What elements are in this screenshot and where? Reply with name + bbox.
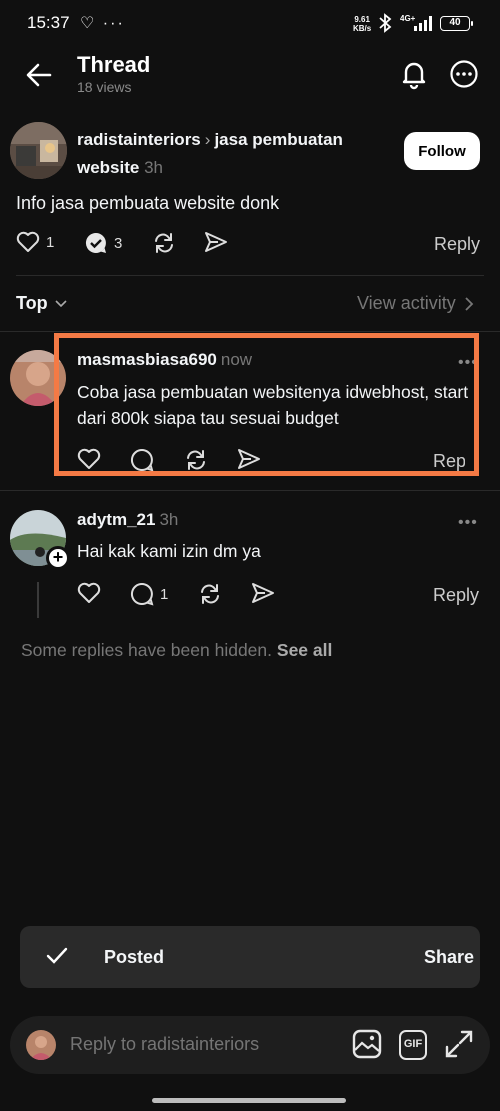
toast-message: Posted xyxy=(104,947,165,967)
share-send-icon[interactable] xyxy=(251,582,275,604)
toast-share-button[interactable]: Share xyxy=(424,947,474,968)
more-options-icon[interactable]: ••• xyxy=(458,354,478,372)
reply-time: 3h xyxy=(159,510,179,529)
avatar-image xyxy=(10,350,66,406)
avatar xyxy=(26,1030,56,1060)
share-send-icon[interactable] xyxy=(204,231,228,253)
sort-bar: Top View activity xyxy=(0,285,500,321)
follow-button[interactable]: Follow xyxy=(404,132,480,170)
post-body: Info jasa pembuata website donk xyxy=(16,193,280,213)
chevron-down-icon xyxy=(55,299,67,307)
reply-item: masmasbiasa690 now ••• Coba jasa pembuata… xyxy=(0,342,500,482)
reply-text: Hai kak kami izin dm ya xyxy=(77,541,261,561)
see-all-link[interactable]: See all xyxy=(277,640,332,660)
reply-text: Coba jasa pembuatan websitenya idwebhost… xyxy=(77,382,469,428)
posted-toast: Posted Share xyxy=(20,926,480,988)
gif-button[interactable]: GIF xyxy=(399,1030,427,1060)
repost-count: 3 xyxy=(114,234,123,252)
reply-button[interactable]: Repl xyxy=(433,451,465,472)
reply-composer: GIF xyxy=(10,1016,490,1074)
svg-text:4G+: 4G+ xyxy=(400,14,416,23)
reply-input[interactable] xyxy=(70,1034,330,1055)
more-options-icon[interactable]: ••• xyxy=(458,514,478,532)
battery-icon: 40 xyxy=(440,16,473,31)
signal-icon: 4G+ xyxy=(400,14,432,31)
heart-icon xyxy=(16,231,40,252)
reply-actions: Repl xyxy=(77,448,500,478)
post-time: 3h xyxy=(144,158,164,177)
repost-icon[interactable] xyxy=(198,582,222,606)
avatar-image xyxy=(10,122,67,179)
check-icon xyxy=(46,947,68,964)
reply-author[interactable]: masmasbiasa690 now xyxy=(77,350,252,370)
thread-line xyxy=(37,582,39,618)
view-count: 18 views xyxy=(77,79,132,95)
home-indicator[interactable] xyxy=(152,1098,346,1103)
comment-icon[interactable] xyxy=(130,448,154,472)
like-count: 1 xyxy=(46,233,55,251)
heart-icon[interactable] xyxy=(77,582,101,604)
avatar-image xyxy=(26,1030,56,1060)
view-activity-link[interactable]: View activity xyxy=(357,293,474,314)
post-actions: 1 3 Reply xyxy=(16,231,496,261)
comment-icon xyxy=(130,582,154,606)
sort-dropdown[interactable]: Top xyxy=(16,293,68,314)
image-icon[interactable] xyxy=(352,1029,382,1059)
notification-icons: ♡ ··· xyxy=(80,15,125,32)
share-send-icon[interactable] xyxy=(237,448,261,470)
chevron-right-icon: › xyxy=(204,130,211,149)
comment-button[interactable]: 1 xyxy=(130,582,168,606)
post-author-name[interactable]: radistainteriors xyxy=(77,130,201,149)
divider xyxy=(16,275,484,276)
status-bar: 15:37 ♡ ··· 9.61 KB/s 4G+ 40 xyxy=(0,0,500,48)
post-author-line: radistainteriors › jasa pembuatan website … xyxy=(77,126,387,182)
divider xyxy=(0,490,500,491)
bluetooth-icon xyxy=(379,13,392,33)
follow-plus-icon[interactable]: + xyxy=(46,546,70,570)
bell-icon[interactable] xyxy=(398,58,430,90)
reply-button[interactable]: Reply xyxy=(434,234,480,255)
avatar[interactable] xyxy=(10,350,66,406)
expand-icon[interactable] xyxy=(444,1029,474,1059)
net-speed: 9.61 KB/s xyxy=(353,15,372,33)
reply-button[interactable]: Reply xyxy=(433,585,479,606)
like-button[interactable]: 1 xyxy=(16,231,54,253)
avatar[interactable] xyxy=(10,122,67,179)
repost-icon[interactable] xyxy=(152,231,176,255)
hidden-replies-note: Some replies have been hidden. See all xyxy=(21,640,333,660)
reply-actions: 1 Reply xyxy=(77,582,500,612)
divider xyxy=(0,331,500,332)
back-arrow-icon[interactable] xyxy=(24,60,54,90)
status-time: 15:37 xyxy=(27,13,70,32)
thread-header: Thread 18 views xyxy=(0,48,500,104)
comment-count: 1 xyxy=(160,585,169,603)
reply-author[interactable]: adytm_21 3h xyxy=(77,510,178,530)
comment-check-icon xyxy=(85,232,106,253)
more-options-icon[interactable] xyxy=(449,59,479,89)
chevron-right-icon xyxy=(465,296,473,311)
repost-icon[interactable] xyxy=(184,448,208,472)
reply-time: now xyxy=(220,350,253,369)
page-title: Thread xyxy=(77,52,151,77)
comment-button[interactable]: 3 xyxy=(84,231,122,255)
heart-icon[interactable] xyxy=(77,448,101,470)
reply-item: adytm_21 3h ••• Hai kak kami izin dm ya 1… xyxy=(0,502,500,622)
